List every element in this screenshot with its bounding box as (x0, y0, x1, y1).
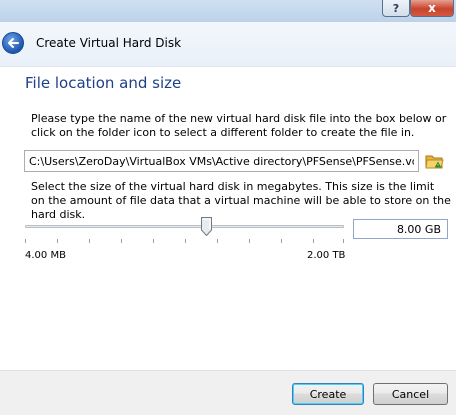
size-instruction: Select the size of the virtual hard disk… (31, 180, 451, 221)
back-arrow-icon (8, 38, 19, 48)
file-path-input[interactable] (24, 150, 419, 172)
dialog-header: Create Virtual Hard Disk (0, 22, 456, 67)
size-field[interactable] (353, 219, 448, 239)
slider-ticks (25, 239, 344, 243)
slider-min-label: 4.00 MB (25, 250, 66, 261)
slider-thumb[interactable] (201, 217, 212, 237)
dialog-title: Create Virtual Hard Disk (36, 36, 182, 50)
dialog-footer: Create Cancel (0, 370, 456, 415)
slider-groove (25, 225, 344, 228)
section-title: File location and size (25, 74, 182, 92)
help-button[interactable]: ? (382, 0, 410, 17)
location-instruction: Please type the name of the new virtual … (31, 112, 447, 139)
create-button[interactable]: Create (292, 383, 364, 405)
slider-max-label: 2.00 TB (307, 250, 346, 261)
size-slider[interactable] (25, 217, 344, 243)
choose-folder-button[interactable] (425, 151, 445, 171)
folder-icon (425, 155, 444, 169)
cancel-button[interactable]: Cancel (373, 383, 448, 405)
window-titlebar: ? x (0, 0, 456, 22)
close-button[interactable]: x (410, 0, 454, 17)
back-button[interactable] (2, 32, 24, 54)
